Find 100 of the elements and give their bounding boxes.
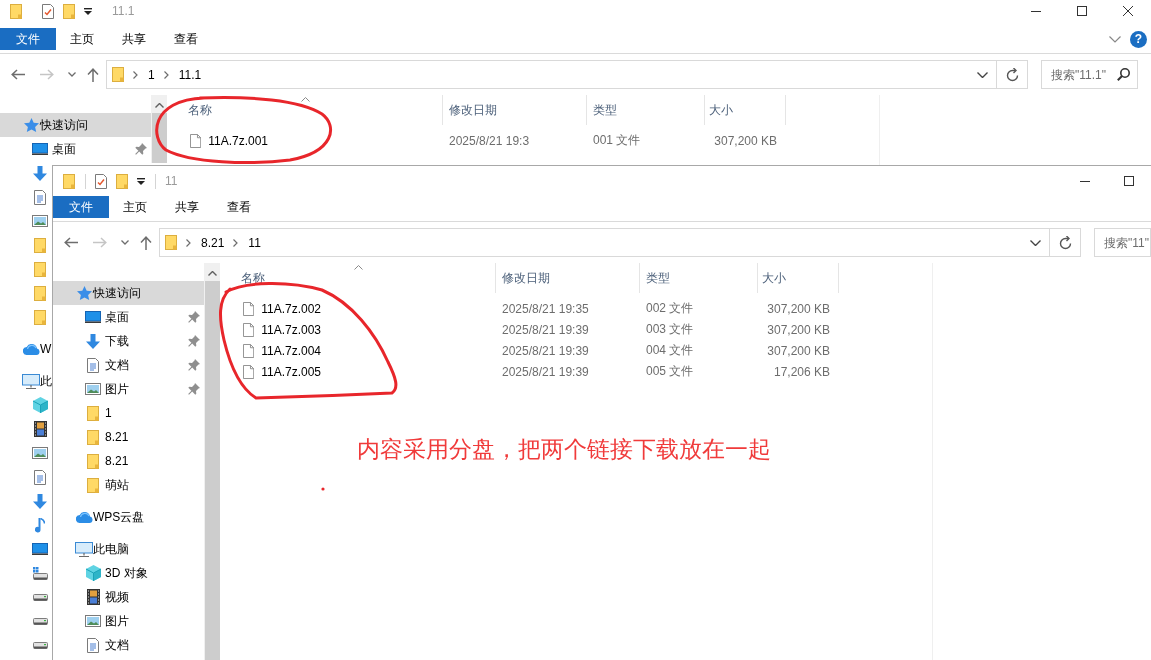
sidebar-item[interactable]: 1 [53, 401, 112, 425]
cloud-icon [75, 511, 93, 523]
sidebar-item[interactable]: 桌面 [0, 137, 151, 161]
file-tab[interactable]: 文件 [53, 196, 109, 218]
picture-icon [32, 447, 48, 459]
help-button[interactable]: ? [1130, 30, 1147, 48]
sidebar-item[interactable]: 快速访问 [53, 281, 204, 305]
folder-icon [34, 261, 46, 277]
checklist-icon[interactable] [42, 3, 54, 19]
file-name[interactable]: 11A.7z.005 [261, 364, 321, 379]
file-name[interactable]: 11A.7z.002 [261, 301, 321, 316]
column-header[interactable]: 大小 [705, 95, 786, 125]
folder-icon [87, 477, 99, 493]
file-icon [243, 301, 255, 316]
checklist-icon[interactable] [95, 173, 107, 189]
ribbon-tab[interactable]: 共享 [108, 28, 160, 50]
sidebar-item[interactable]: 图片 [53, 609, 129, 633]
search-icon[interactable] [1117, 68, 1130, 81]
pin-icon[interactable] [135, 143, 147, 155]
chevron-right-icon[interactable] [133, 70, 138, 79]
sort-caret-icon[interactable] [300, 97, 310, 102]
sidebar-item[interactable]: 8.21 [53, 449, 129, 473]
sidebar-item[interactable]: 萌站 [53, 473, 129, 497]
file-tab[interactable]: 文件 [0, 28, 56, 50]
column-header[interactable]: 修改日期 [496, 263, 640, 293]
file-name[interactable]: 11A.7z.004 [261, 343, 321, 358]
chevron-down-icon[interactable] [1030, 239, 1041, 246]
column-header[interactable]: 类型 [587, 95, 705, 125]
sidebar-item[interactable]: W [0, 337, 52, 361]
star-icon [23, 117, 39, 133]
sidebar-item[interactable]: 文档 [53, 633, 129, 657]
chevron-right-icon[interactable] [163, 70, 169, 79]
chevron-down-icon[interactable] [68, 72, 76, 77]
column-header[interactable]: 大小 [758, 263, 839, 293]
file-icon [243, 343, 255, 358]
address-bar[interactable]: 8.21 11 [159, 228, 1050, 257]
sidebar-item[interactable]: 文档 [53, 353, 204, 377]
modified-date: 2025/8/21 19:3 [449, 133, 530, 148]
sidebar-item[interactable]: 桌面 [53, 305, 204, 329]
back-arrow-icon[interactable] [11, 69, 25, 80]
music-note-icon [35, 517, 45, 533]
folder-icon [165, 235, 177, 250]
ribbon-tab[interactable]: 查看 [213, 196, 265, 218]
ribbon-tab[interactable]: 主页 [56, 28, 108, 50]
file-size: 307,200 KB [767, 322, 830, 337]
file-size: 307,200 KB [767, 343, 830, 358]
download-arrow-icon [33, 165, 47, 181]
ribbon-tab[interactable]: 查看 [160, 28, 212, 50]
file-name[interactable]: 11A.7z.003 [261, 322, 321, 337]
back-arrow-icon[interactable] [64, 237, 78, 248]
column-header[interactable]: 修改日期 [443, 95, 587, 125]
up-arrow-icon[interactable] [87, 67, 99, 82]
ribbon-tab[interactable]: 主页 [109, 196, 161, 218]
sidebar-item[interactable]: 此 [0, 369, 52, 393]
sidebar-item[interactable]: 视频 [53, 585, 129, 609]
chevron-right-icon[interactable] [186, 238, 191, 247]
file-icon [243, 322, 255, 337]
sort-caret-icon[interactable] [353, 265, 363, 270]
pin-icon[interactable] [188, 311, 200, 323]
pin-icon[interactable] [188, 335, 200, 347]
sidebar-item[interactable]: 下载 [53, 329, 204, 353]
sidebar-item[interactable]: 此电脑 [53, 537, 129, 561]
refresh-button[interactable] [1050, 228, 1081, 257]
breadcrumb-item[interactable]: 11.1 [178, 67, 202, 82]
sidebar-item[interactable]: WPS云盘 [53, 505, 145, 529]
cloud-icon [22, 343, 40, 355]
sidebar-item[interactable]: 3D 对象 [53, 561, 148, 585]
pin-icon[interactable] [188, 359, 200, 371]
search-field[interactable]: 搜索"11" [1094, 228, 1151, 257]
modified-date: 2025/8/21 19:35 [502, 301, 589, 316]
refresh-button[interactable] [997, 60, 1028, 89]
ribbon-tab[interactable]: 共享 [161, 196, 213, 218]
refresh-icon [1005, 67, 1019, 82]
breadcrumb-item[interactable]: 1 [148, 67, 155, 82]
file-name[interactable]: 11A.7z.001 [208, 133, 268, 148]
sidebar-item[interactable]: 图片 [53, 377, 204, 401]
folder-icon [34, 285, 46, 301]
dropdown-arrow-icon[interactable] [137, 177, 145, 185]
chevron-right-icon[interactable] [233, 238, 239, 247]
up-arrow-icon[interactable] [140, 235, 152, 250]
column-header[interactable]: 类型 [640, 263, 758, 293]
chevron-down-icon[interactable] [977, 71, 988, 78]
folder-icon [112, 67, 124, 82]
breadcrumb-item[interactable]: 11 [248, 235, 261, 250]
column-header[interactable]: 名称 [220, 263, 496, 293]
film-icon [86, 589, 100, 605]
desktop-icon [32, 543, 48, 555]
sidebar-item[interactable]: 快速访问 [0, 113, 151, 137]
column-header[interactable]: 名称 [167, 95, 443, 125]
document-icon [87, 637, 99, 653]
pin-icon[interactable] [188, 383, 200, 395]
search-field[interactable]: 搜索"11.1" [1041, 60, 1138, 89]
dropdown-arrow-icon[interactable] [84, 7, 92, 15]
drive-icon [32, 593, 48, 601]
breadcrumb-item[interactable]: 8.21 [201, 235, 225, 250]
address-bar[interactable]: 1 11.1 [106, 60, 997, 89]
document-icon [87, 357, 99, 373]
sidebar-item[interactable]: 8.21 [53, 425, 129, 449]
chevron-down-icon[interactable] [121, 240, 129, 245]
drive-icon [32, 617, 48, 625]
